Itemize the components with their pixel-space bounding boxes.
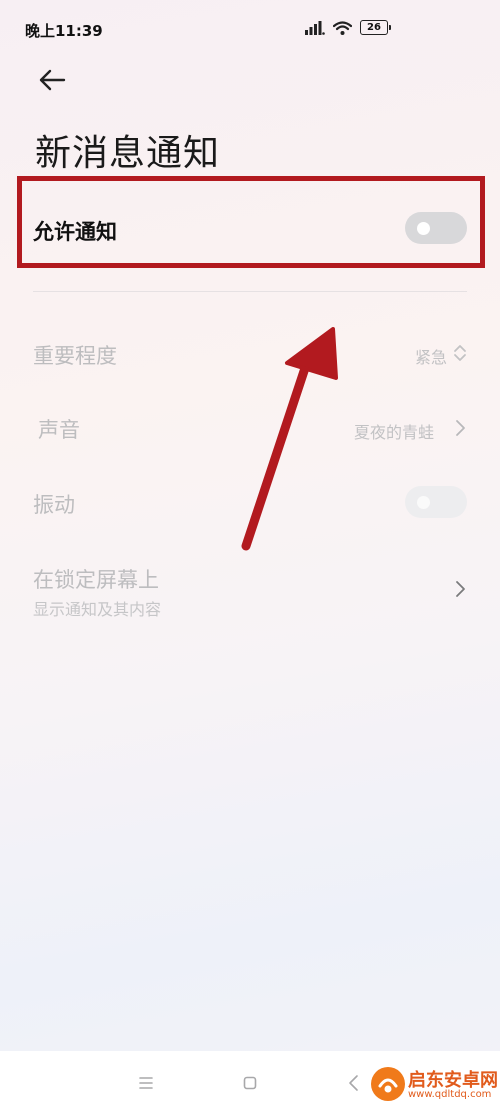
sound-label: 声音 bbox=[38, 418, 80, 442]
lock-screen-label: 在锁定屏幕上 bbox=[33, 568, 159, 592]
signal-icon bbox=[305, 20, 325, 35]
sound-value: 夏夜的青蛙 bbox=[353, 423, 434, 442]
toggle-knob bbox=[417, 496, 430, 509]
status-time: 晚上11:39 bbox=[25, 22, 103, 40]
battery-level: 26 bbox=[367, 22, 381, 33]
vibration-label: 振动 bbox=[33, 493, 75, 517]
back-arrow-icon[interactable] bbox=[34, 62, 70, 98]
divider bbox=[33, 291, 467, 292]
watermark: 启东安卓网 www.qdltdq.com bbox=[370, 1066, 500, 1108]
highlight-box bbox=[17, 176, 485, 268]
battery-icon: 26 bbox=[360, 20, 391, 35]
status-icons: 26 bbox=[305, 20, 391, 35]
lock-screen-sublabel: 显示通知及其内容 bbox=[33, 600, 162, 619]
importance-value: 紧急 bbox=[414, 348, 447, 367]
chevron-right-icon bbox=[456, 420, 465, 436]
lock-screen-row[interactable]: 在锁定屏幕上 显示通知及其内容 bbox=[33, 564, 467, 620]
vibration-toggle[interactable] bbox=[405, 486, 467, 518]
home-icon[interactable] bbox=[232, 1065, 268, 1101]
importance-row[interactable]: 重要程度 紧急 bbox=[33, 340, 467, 370]
page-title: 新消息通知 bbox=[35, 133, 221, 174]
menu-icon[interactable] bbox=[128, 1065, 164, 1101]
watermark-logo-icon bbox=[371, 1067, 405, 1101]
sound-row[interactable]: 声音 夏夜的青蛙 bbox=[33, 414, 467, 444]
importance-label: 重要程度 bbox=[33, 344, 117, 368]
watermark-url: www.qdltdq.com bbox=[408, 1089, 492, 1100]
status-bar: 晚上11:39 26 bbox=[0, 0, 500, 60]
wifi-icon bbox=[333, 20, 352, 35]
vibration-row[interactable]: 振动 bbox=[33, 486, 467, 520]
chevron-up-down-icon bbox=[454, 345, 466, 361]
back-nav-icon[interactable] bbox=[336, 1065, 372, 1101]
chevron-right-icon bbox=[456, 581, 465, 597]
